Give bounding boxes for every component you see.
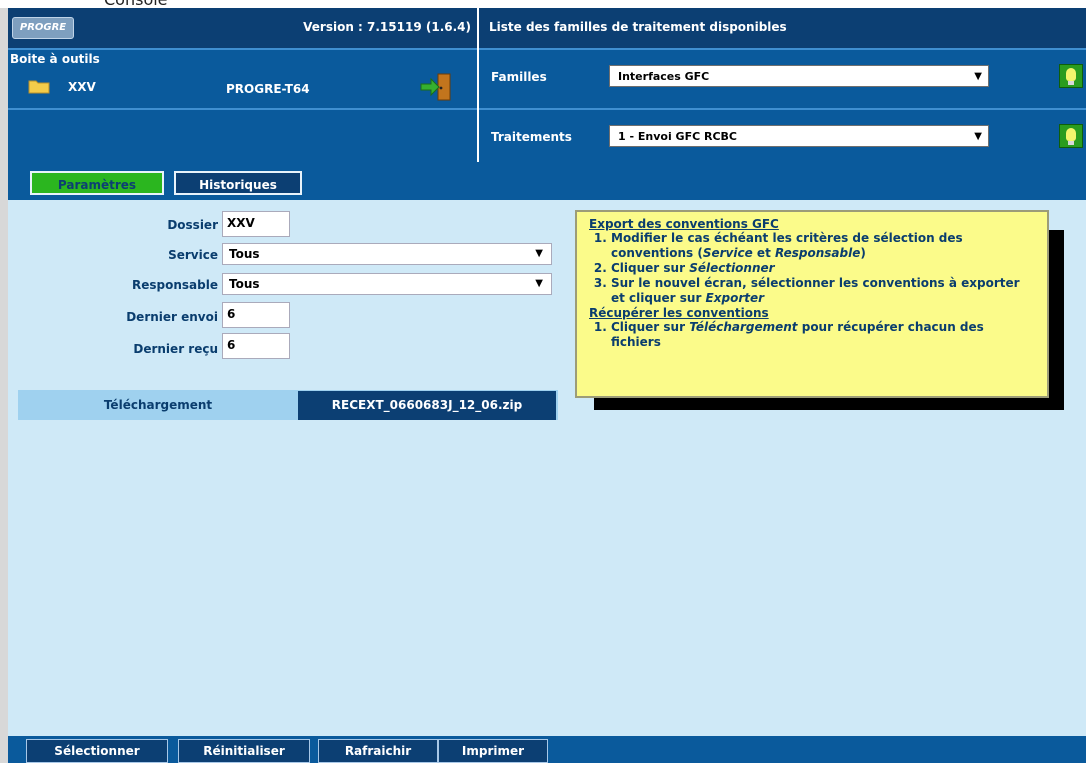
treatments-label: Traitements [491, 130, 572, 144]
help-step: Cliquer sur Sélectionner [611, 261, 1035, 276]
chevron-down-icon: ▼ [535, 248, 543, 259]
treatments-row: Traitements 1 - Envoi GFC RCBC ▼ [479, 110, 1086, 162]
responsable-select[interactable]: Tous ▼ [222, 273, 552, 295]
help-step: Modifier le cas échéant les critères de … [611, 231, 1035, 261]
treatment-list-title: Liste des familles de traitement disponi… [489, 20, 787, 34]
help-section-recover-title: Récupérer les conventions [589, 306, 769, 320]
dernier-recu-field[interactable]: 6 [222, 333, 290, 359]
progre-logo: PROGRE [12, 17, 74, 39]
toolbox-row: Boite à outils XXV PROGRE-T64 [8, 50, 477, 108]
dossier-label: Dossier [167, 218, 218, 232]
help-export-steps: Modifier le cas échéant les critères de … [589, 231, 1035, 306]
tab-parametres[interactable]: Paramètres [30, 171, 164, 195]
version-text: Version : 7.15119 (1.6.4) [303, 20, 471, 34]
help-step: Cliquer sur Téléchargement pour récupére… [611, 320, 1035, 350]
help-section-export-title: Export des conventions GFC [589, 217, 779, 231]
left-edge [0, 8, 8, 763]
reset-button[interactable]: Réinitialiser [178, 739, 310, 763]
toolbox-label: Boite à outils [10, 52, 100, 66]
tab-historiques[interactable]: Historiques [174, 171, 302, 195]
select-button[interactable]: Sélectionner [26, 739, 168, 763]
empty-toolbox-row [8, 110, 477, 162]
help-box: Export des conventions GFC Modifier le c… [575, 210, 1049, 398]
families-info-lamp-icon[interactable] [1059, 64, 1083, 88]
treatment-panel: Liste des familles de traitement disponi… [479, 8, 1086, 162]
dernier-envoi-field[interactable]: 6 [222, 302, 290, 328]
server-name: PROGRE-T64 [226, 82, 310, 96]
action-bar: Sélectionner Réinitialiser Rafraichir Im… [8, 736, 1086, 763]
responsable-label: Responsable [132, 278, 218, 292]
dernier-envoi-label: Dernier envoi [126, 310, 218, 324]
families-select[interactable]: Interfaces GFC ▼ [609, 65, 989, 87]
window-caption: Console [104, 0, 168, 8]
refresh-button[interactable]: Rafraichir [318, 739, 438, 763]
service-label: Service [168, 248, 218, 262]
folder-code: XXV [68, 80, 96, 94]
treatments-info-lamp-icon[interactable] [1059, 124, 1083, 148]
chevron-down-icon: ▼ [974, 71, 982, 82]
dernier-recu-label: Dernier reçu [133, 342, 218, 356]
tab-bar: Paramètres Historiques [8, 162, 1086, 200]
treatment-title-bar: Liste des familles de traitement disponi… [479, 8, 1086, 48]
download-file-button[interactable]: RECEXT_0660683J_12_06.zip [298, 391, 556, 420]
folder-icon [28, 78, 50, 94]
service-select[interactable]: Tous ▼ [222, 243, 552, 265]
chevron-down-icon: ▼ [974, 131, 982, 142]
families-row: Familles Interfaces GFC ▼ [479, 50, 1086, 108]
window-caption-strip: Console [0, 0, 1086, 8]
print-button[interactable]: Imprimer [438, 739, 548, 763]
families-label: Familles [491, 70, 547, 84]
download-label: Téléchargement [103, 398, 213, 412]
dossier-field[interactable]: XXV [222, 211, 290, 237]
toolbox-panel: PROGRE Version : 7.15119 (1.6.4) Boite à… [8, 8, 477, 162]
help-step: Sur le nouvel écran, sélectionner les co… [611, 276, 1035, 306]
version-bar: PROGRE Version : 7.15119 (1.6.4) [8, 8, 477, 48]
exit-door-icon[interactable] [418, 72, 454, 102]
treatments-select[interactable]: 1 - Envoi GFC RCBC ▼ [609, 125, 989, 147]
chevron-down-icon: ▼ [535, 278, 543, 289]
help-recover-steps: Cliquer sur Téléchargement pour récupére… [589, 320, 1035, 350]
